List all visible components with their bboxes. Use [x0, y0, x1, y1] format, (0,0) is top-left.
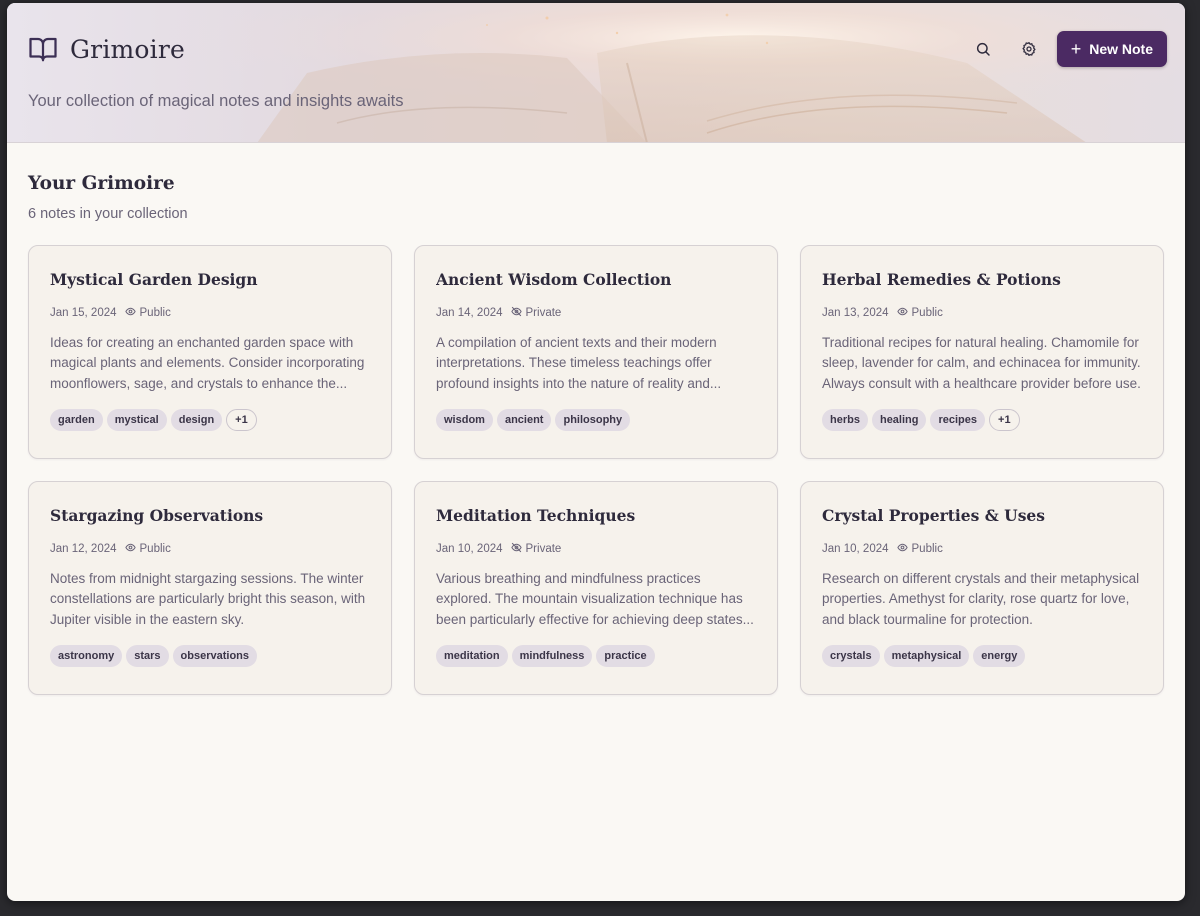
visibility-label: Public	[911, 543, 943, 555]
note-date: Jan 10, 2024	[822, 543, 889, 555]
tag-chip[interactable]: herbs	[822, 409, 868, 431]
tag-chip[interactable]: astronomy	[50, 645, 123, 667]
eye-icon	[124, 543, 136, 552]
header-actions: + New Note	[965, 31, 1167, 67]
gear-icon	[1022, 42, 1036, 56]
tag-chip[interactable]: crystals	[822, 645, 880, 667]
search-icon	[976, 42, 990, 56]
open-book-banner-image	[7, 3, 1185, 142]
tag-list: astronomy stars observations	[50, 645, 370, 667]
more-tags-chip[interactable]: +1	[989, 409, 1020, 431]
tag-chip[interactable]: design	[170, 409, 223, 431]
note-card[interactable]: Mystical Garden Design Jan 15, 2024 Publ…	[28, 245, 392, 459]
note-description: Traditional recipes for natural healing.…	[822, 335, 1141, 391]
tag-chip[interactable]: mystical	[106, 409, 167, 431]
tag-chip[interactable]: healing	[871, 409, 927, 431]
note-meta: Jan 10, 2024 Private	[436, 542, 756, 556]
note-title: Herbal Remedies & Potions	[822, 270, 1061, 289]
app-title: Grimoire	[70, 34, 186, 64]
app-tagline: Your collection of magical notes and ins…	[28, 92, 404, 110]
visibility-label: Private	[525, 307, 562, 319]
eye-icon	[896, 543, 908, 552]
visibility-indicator: Private	[510, 306, 562, 320]
tag-list: crystals metaphysical energy	[822, 645, 1142, 667]
tag-chip[interactable]: garden	[50, 409, 103, 431]
more-tags-chip[interactable]: +1	[226, 409, 257, 431]
visibility-label: Public	[911, 307, 943, 319]
eye-icon	[124, 307, 136, 316]
note-title: Stargazing Observations	[50, 506, 264, 525]
note-title: Mystical Garden Design	[50, 270, 258, 289]
visibility-label: Public	[139, 543, 171, 555]
tag-chip[interactable]: observations	[172, 645, 258, 667]
tag-chip[interactable]: metaphysical	[883, 645, 970, 667]
tag-list: herbs healing recipes +1	[822, 409, 1142, 431]
note-date: Jan 13, 2024	[822, 307, 889, 319]
note-date: Jan 10, 2024	[436, 543, 503, 555]
note-card[interactable]: Crystal Properties & Uses Jan 10, 2024 P…	[800, 481, 1164, 695]
brand[interactable]: Grimoire	[28, 34, 185, 64]
note-date: Jan 14, 2024	[436, 307, 503, 319]
eye-off-icon	[510, 542, 522, 553]
note-date: Jan 15, 2024	[50, 307, 117, 319]
note-meta: Jan 14, 2024 Private	[436, 306, 756, 320]
note-meta: Jan 15, 2024 Public	[50, 306, 370, 320]
visibility-indicator: Public	[124, 542, 171, 556]
visibility-indicator: Private	[510, 542, 562, 556]
tag-chip[interactable]: ancient	[496, 409, 552, 431]
tag-chip[interactable]: philosophy	[555, 409, 631, 431]
note-description: Notes from midnight stargazing sessions.…	[50, 571, 366, 627]
new-note-button[interactable]: + New Note	[1056, 31, 1167, 67]
note-description: Various breathing and mindfulness practi…	[436, 571, 754, 627]
note-count: 6 notes in your collection	[28, 206, 188, 222]
visibility-indicator: Public	[896, 542, 943, 556]
tag-chip[interactable]: wisdom	[436, 409, 493, 431]
tag-chip[interactable]: energy	[973, 645, 1026, 667]
visibility-indicator: Public	[896, 306, 943, 320]
page-title: Your Grimoire	[28, 173, 175, 194]
main-content: Your Grimoire 6 notes in your collection…	[28, 173, 1164, 695]
book-open-icon	[29, 37, 57, 62]
search-button[interactable]	[965, 31, 1001, 67]
tag-list: meditation mindfulness practice	[436, 645, 756, 667]
note-card[interactable]: Herbal Remedies & Potions Jan 13, 2024 P…	[800, 245, 1164, 459]
note-description: A compilation of ancient texts and their…	[436, 335, 722, 391]
plus-icon: +	[1070, 39, 1082, 59]
note-card[interactable]: Meditation Techniques Jan 10, 2024 Priva…	[414, 481, 778, 695]
settings-button[interactable]	[1011, 31, 1047, 67]
note-card[interactable]: Stargazing Observations Jan 12, 2024 Pub…	[28, 481, 392, 695]
notes-grid: Mystical Garden Design Jan 15, 2024 Publ…	[28, 245, 1164, 695]
note-card[interactable]: Ancient Wisdom Collection Jan 14, 2024 P…	[414, 245, 778, 459]
note-title: Crystal Properties & Uses	[822, 506, 1046, 525]
tag-chip[interactable]: recipes	[930, 409, 986, 431]
tag-list: garden mystical design +1	[50, 409, 370, 431]
note-description: Research on different crystals and their…	[822, 571, 1140, 627]
note-title: Ancient Wisdom Collection	[436, 270, 672, 289]
hero-header: Grimoire Your collection of magical note…	[7, 3, 1185, 143]
tag-list: wisdom ancient philosophy	[436, 409, 756, 431]
eye-icon	[896, 307, 908, 316]
tag-chip[interactable]: mindfulness	[511, 645, 593, 667]
visibility-label: Public	[139, 307, 171, 319]
note-title: Meditation Techniques	[436, 506, 636, 525]
visibility-indicator: Public	[124, 306, 171, 320]
tag-chip[interactable]: practice	[596, 645, 655, 667]
tag-chip[interactable]: meditation	[436, 645, 508, 667]
note-description: Ideas for creating an enchanted garden s…	[50, 335, 365, 391]
tag-chip[interactable]: stars	[126, 645, 169, 667]
visibility-label: Private	[525, 543, 562, 555]
note-date: Jan 12, 2024	[50, 543, 117, 555]
app-window: Grimoire Your collection of magical note…	[7, 3, 1185, 901]
eye-off-icon	[510, 306, 522, 317]
note-meta: Jan 13, 2024 Public	[822, 306, 1142, 320]
note-meta: Jan 10, 2024 Public	[822, 542, 1142, 556]
new-note-label: New Note	[1089, 41, 1153, 57]
note-meta: Jan 12, 2024 Public	[50, 542, 370, 556]
